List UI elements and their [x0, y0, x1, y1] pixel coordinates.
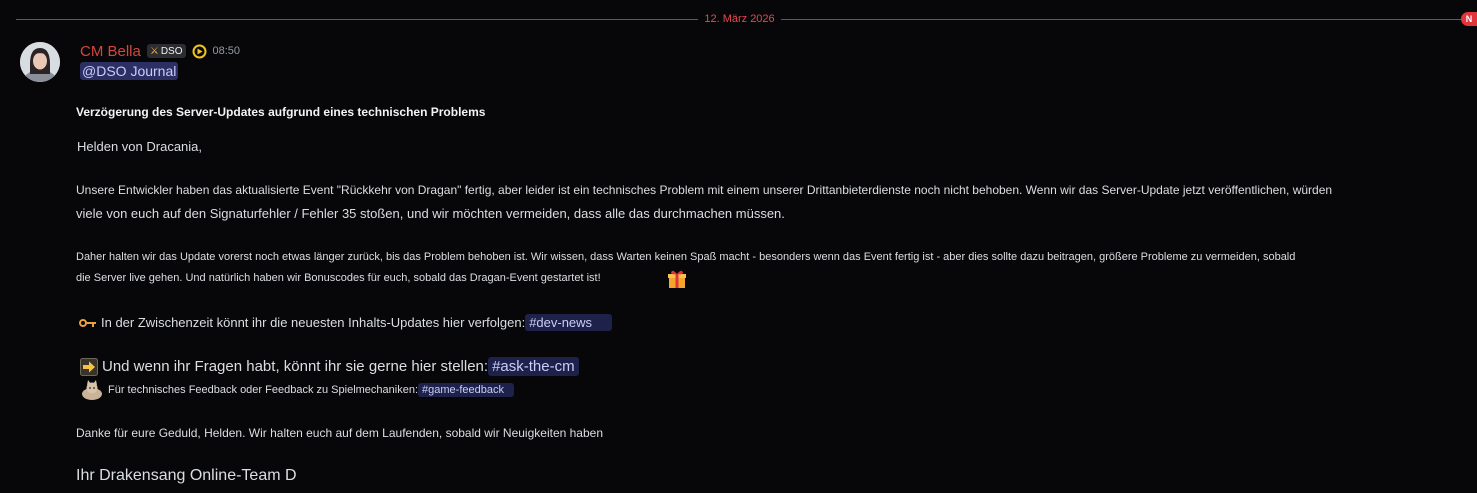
- greeting-text: Helden von Dracania,: [77, 139, 203, 154]
- feedback-line: Für technisches Feedback oder Feedback z…: [80, 380, 514, 400]
- message-view: 12. März 2026 N CM Bella ⚔ DSO 08:50 @DS…: [0, 0, 1477, 493]
- sword-icon: ⚔: [149, 45, 159, 57]
- ask-text: Und wenn ihr Fragen habt, könnt ihr sie …: [102, 358, 489, 375]
- gift-emoji[interactable]: [666, 268, 688, 290]
- role-mention[interactable]: @DSO Journal: [80, 62, 179, 80]
- paragraph-1-line-2: viele von euch auf den Signaturfehler / …: [76, 206, 785, 221]
- message-header: CM Bella ⚔ DSO 08:50: [80, 42, 240, 60]
- signature-text: Ihr Drakensang Online-Team D: [76, 467, 297, 484]
- divider-line-right: [780, 18, 1464, 20]
- thanks-text: Danke für eure Geduld, Helden. Wir halte…: [76, 426, 603, 440]
- devnews-line: In der Zwischenzeit könnt ihr die neuest…: [79, 314, 613, 331]
- devnews-text: In der Zwischenzeit könnt ihr die neuest…: [101, 315, 526, 330]
- paragraph-2-line-2: die Server live gehen. Und natürlich hab…: [76, 272, 601, 284]
- message-title: Verzögerung des Server-Updates aufgrund …: [76, 105, 486, 119]
- arrow-right-emoji: [80, 357, 98, 376]
- new-messages-badge[interactable]: N: [1461, 12, 1477, 26]
- cat-emoji: [82, 380, 102, 400]
- ask-line: Und wenn ihr Fragen habt, könnt ihr sie …: [80, 357, 579, 376]
- message-timestamp[interactable]: 08:50: [213, 45, 241, 57]
- feedback-text: Für technisches Feedback oder Feedback z…: [108, 384, 419, 396]
- paragraph-1-line-1: Unsere Entwickler haben das aktualisiert…: [76, 183, 1333, 197]
- author-name[interactable]: CM Bella: [80, 43, 141, 60]
- divider-date: 12. März 2026: [704, 13, 775, 25]
- avatar[interactable]: [20, 42, 60, 82]
- channel-link-game-feedback[interactable]: #game-feedback: [418, 383, 514, 397]
- channel-link-dev-news[interactable]: #dev-news: [525, 314, 613, 331]
- server-tag[interactable]: ⚔ DSO: [146, 44, 186, 58]
- date-divider: 12. März 2026: [16, 12, 1464, 26]
- paragraph-2-line-1: Daher halten wir das Update vorerst noch…: [76, 251, 1296, 263]
- nitro-badge-icon[interactable]: [192, 44, 207, 59]
- channel-link-ask-the-cm[interactable]: #ask-the-cm: [488, 357, 579, 376]
- divider-line-left: [16, 18, 699, 20]
- key-emoji: [79, 318, 96, 327]
- server-tag-label: DSO: [160, 45, 183, 57]
